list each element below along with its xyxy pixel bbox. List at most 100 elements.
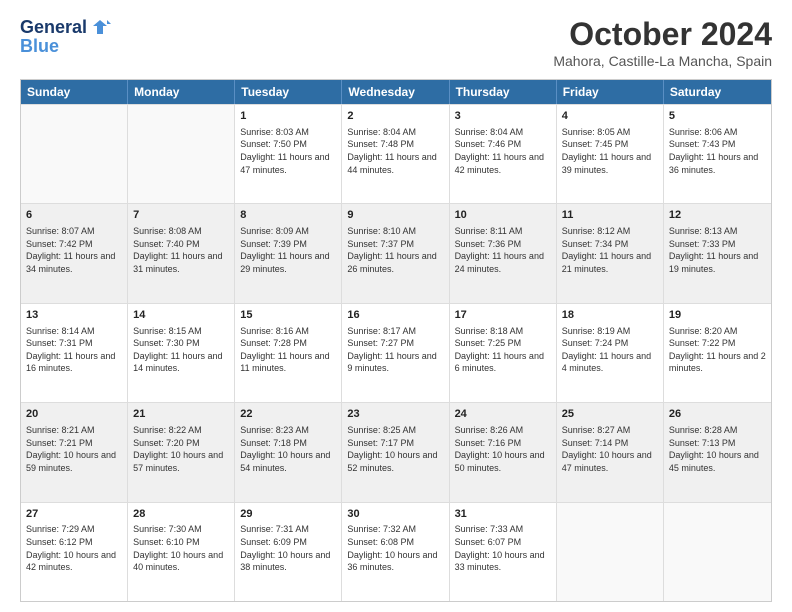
calendar-cell: 6 Sunrise: 8:07 AM Sunset: 7:42 PM Daylig… bbox=[21, 204, 128, 302]
day-number: 31 bbox=[455, 507, 551, 522]
day-number: 11 bbox=[562, 208, 658, 223]
calendar-row-4: 20Sunrise: 8:21 AM Sunset: 7:21 PM Dayli… bbox=[21, 402, 771, 501]
weekday-header-saturday: Saturday bbox=[664, 80, 771, 104]
weekday-header-friday: Friday bbox=[557, 80, 664, 104]
cell-info: Sunrise: 8:08 AM Sunset: 7:40 PM Dayligh… bbox=[133, 225, 229, 275]
logo-bird-icon bbox=[89, 16, 111, 38]
day-number: 9 bbox=[347, 208, 443, 223]
day-number: 23 bbox=[347, 407, 443, 422]
day-number: 21 bbox=[133, 407, 229, 422]
cell-info: Sunrise: 8:12 AM Sunset: 7:34 PM Dayligh… bbox=[562, 225, 658, 275]
calendar-cell: 16 Sunrise: 8:17 AM Sunset: 7:27 PM Dayli… bbox=[342, 304, 449, 402]
calendar-cell bbox=[21, 105, 128, 203]
weekday-header-wednesday: Wednesday bbox=[342, 80, 449, 104]
day-number: 16 bbox=[347, 308, 443, 323]
calendar-cell: 10Sunrise: 8:11 AM Sunset: 7:36 PM Dayli… bbox=[450, 204, 557, 302]
cell-info: Sunrise: 8:27 AM Sunset: 7:14 PM Dayligh… bbox=[562, 424, 658, 474]
calendar-cell: 7Sunrise: 8:08 AM Sunset: 7:40 PM Daylig… bbox=[128, 204, 235, 302]
calendar-row-3: 13Sunrise: 8:14 AM Sunset: 7:31 PM Dayli… bbox=[21, 303, 771, 402]
calendar-cell: 2 Sunrise: 8:04 AM Sunset: 7:48 PM Daylig… bbox=[342, 105, 449, 203]
day-number: 3 bbox=[455, 109, 551, 124]
day-number: 28 bbox=[133, 507, 229, 522]
day-number: 15 bbox=[240, 308, 336, 323]
calendar-cell bbox=[557, 503, 664, 601]
logo-general: General bbox=[20, 17, 87, 38]
calendar-row-5: 27Sunrise: 7:29 AM Sunset: 6:12 PM Dayli… bbox=[21, 502, 771, 601]
day-number: 29 bbox=[240, 507, 336, 522]
calendar-cell: 26Sunrise: 8:28 AM Sunset: 7:13 PM Dayli… bbox=[664, 403, 771, 501]
cell-info: Sunrise: 8:26 AM Sunset: 7:16 PM Dayligh… bbox=[455, 424, 551, 474]
cell-info: Sunrise: 7:33 AM Sunset: 6:07 PM Dayligh… bbox=[455, 523, 551, 573]
calendar-cell: 30Sunrise: 7:32 AM Sunset: 6:08 PM Dayli… bbox=[342, 503, 449, 601]
cell-info: Sunrise: 7:32 AM Sunset: 6:08 PM Dayligh… bbox=[347, 523, 443, 573]
cell-info: Sunrise: 8:16 AM Sunset: 7:28 PM Dayligh… bbox=[240, 325, 336, 375]
cell-info: Sunrise: 8:11 AM Sunset: 7:36 PM Dayligh… bbox=[455, 225, 551, 275]
cell-info: Sunrise: 8:04 AM Sunset: 7:48 PM Dayligh… bbox=[347, 126, 443, 176]
calendar-row-2: 6 Sunrise: 8:07 AM Sunset: 7:42 PM Daylig… bbox=[21, 203, 771, 302]
calendar-cell: 14Sunrise: 8:15 AM Sunset: 7:30 PM Dayli… bbox=[128, 304, 235, 402]
cell-info: Sunrise: 8:17 AM Sunset: 7:27 PM Dayligh… bbox=[347, 325, 443, 375]
cell-info: Sunrise: 8:13 AM Sunset: 7:33 PM Dayligh… bbox=[669, 225, 766, 275]
day-number: 20 bbox=[26, 407, 122, 422]
calendar-cell: 31Sunrise: 7:33 AM Sunset: 6:07 PM Dayli… bbox=[450, 503, 557, 601]
day-number: 2 bbox=[347, 109, 443, 124]
cell-info: Sunrise: 8:05 AM Sunset: 7:45 PM Dayligh… bbox=[562, 126, 658, 176]
cell-info: Sunrise: 7:30 AM Sunset: 6:10 PM Dayligh… bbox=[133, 523, 229, 573]
weekday-header-monday: Monday bbox=[128, 80, 235, 104]
calendar-cell: 5Sunrise: 8:06 AM Sunset: 7:43 PM Daylig… bbox=[664, 105, 771, 203]
calendar-cell: 29Sunrise: 7:31 AM Sunset: 6:09 PM Dayli… bbox=[235, 503, 342, 601]
calendar-cell: 8Sunrise: 8:09 AM Sunset: 7:39 PM Daylig… bbox=[235, 204, 342, 302]
day-number: 18 bbox=[562, 308, 658, 323]
calendar-body: 1 Sunrise: 8:03 AM Sunset: 7:50 PM Daylig… bbox=[21, 104, 771, 601]
title-area: October 2024 Mahora, Castille-La Mancha,… bbox=[553, 16, 772, 69]
day-number: 19 bbox=[669, 308, 766, 323]
calendar-cell bbox=[128, 105, 235, 203]
day-number: 8 bbox=[240, 208, 336, 223]
cell-info: Sunrise: 8:03 AM Sunset: 7:50 PM Dayligh… bbox=[240, 126, 336, 176]
calendar: SundayMondayTuesdayWednesdayThursdayFrid… bbox=[20, 79, 772, 602]
calendar-header: SundayMondayTuesdayWednesdayThursdayFrid… bbox=[21, 80, 771, 104]
calendar-cell: 9 Sunrise: 8:10 AM Sunset: 7:37 PM Daylig… bbox=[342, 204, 449, 302]
cell-info: Sunrise: 8:28 AM Sunset: 7:13 PM Dayligh… bbox=[669, 424, 766, 474]
calendar-cell: 24 Sunrise: 8:26 AM Sunset: 7:16 PM Dayli… bbox=[450, 403, 557, 501]
header: General Blue October 2024 Mahora, Castil… bbox=[20, 16, 772, 69]
calendar-cell: 15 Sunrise: 8:16 AM Sunset: 7:28 PM Dayli… bbox=[235, 304, 342, 402]
day-number: 6 bbox=[26, 208, 122, 223]
day-number: 24 bbox=[455, 407, 551, 422]
calendar-cell: 3 Sunrise: 8:04 AM Sunset: 7:46 PM Daylig… bbox=[450, 105, 557, 203]
calendar-cell: 28Sunrise: 7:30 AM Sunset: 6:10 PM Dayli… bbox=[128, 503, 235, 601]
day-number: 25 bbox=[562, 407, 658, 422]
page: General Blue October 2024 Mahora, Castil… bbox=[0, 0, 792, 612]
cell-info: Sunrise: 8:10 AM Sunset: 7:37 PM Dayligh… bbox=[347, 225, 443, 275]
cell-info: Sunrise: 8:25 AM Sunset: 7:17 PM Dayligh… bbox=[347, 424, 443, 474]
cell-info: Sunrise: 8:15 AM Sunset: 7:30 PM Dayligh… bbox=[133, 325, 229, 375]
day-number: 1 bbox=[240, 109, 336, 124]
day-number: 12 bbox=[669, 208, 766, 223]
logo: General Blue bbox=[20, 16, 111, 57]
cell-info: Sunrise: 8:04 AM Sunset: 7:46 PM Dayligh… bbox=[455, 126, 551, 176]
calendar-cell: 27Sunrise: 7:29 AM Sunset: 6:12 PM Dayli… bbox=[21, 503, 128, 601]
calendar-cell bbox=[664, 503, 771, 601]
day-number: 4 bbox=[562, 109, 658, 124]
day-number: 13 bbox=[26, 308, 122, 323]
location: Mahora, Castille-La Mancha, Spain bbox=[553, 53, 772, 69]
calendar-cell: 23 Sunrise: 8:25 AM Sunset: 7:17 PM Dayli… bbox=[342, 403, 449, 501]
calendar-cell: 22Sunrise: 8:23 AM Sunset: 7:18 PM Dayli… bbox=[235, 403, 342, 501]
calendar-cell: 17Sunrise: 8:18 AM Sunset: 7:25 PM Dayli… bbox=[450, 304, 557, 402]
calendar-cell: 13Sunrise: 8:14 AM Sunset: 7:31 PM Dayli… bbox=[21, 304, 128, 402]
weekday-header-sunday: Sunday bbox=[21, 80, 128, 104]
cell-info: Sunrise: 8:23 AM Sunset: 7:18 PM Dayligh… bbox=[240, 424, 336, 474]
calendar-cell: 18Sunrise: 8:19 AM Sunset: 7:24 PM Dayli… bbox=[557, 304, 664, 402]
calendar-cell: 21Sunrise: 8:22 AM Sunset: 7:20 PM Dayli… bbox=[128, 403, 235, 501]
weekday-header-thursday: Thursday bbox=[450, 80, 557, 104]
calendar-row-1: 1 Sunrise: 8:03 AM Sunset: 7:50 PM Daylig… bbox=[21, 104, 771, 203]
calendar-cell: 19 Sunrise: 8:20 AM Sunset: 7:22 PM Dayli… bbox=[664, 304, 771, 402]
calendar-cell: 25 Sunrise: 8:27 AM Sunset: 7:14 PM Dayli… bbox=[557, 403, 664, 501]
calendar-cell: 20Sunrise: 8:21 AM Sunset: 7:21 PM Dayli… bbox=[21, 403, 128, 501]
day-number: 27 bbox=[26, 507, 122, 522]
cell-info: Sunrise: 8:07 AM Sunset: 7:42 PM Dayligh… bbox=[26, 225, 122, 275]
calendar-cell: 11 Sunrise: 8:12 AM Sunset: 7:34 PM Dayli… bbox=[557, 204, 664, 302]
cell-info: Sunrise: 8:20 AM Sunset: 7:22 PM Dayligh… bbox=[669, 325, 766, 375]
day-number: 17 bbox=[455, 308, 551, 323]
calendar-cell: 4 Sunrise: 8:05 AM Sunset: 7:45 PM Daylig… bbox=[557, 105, 664, 203]
